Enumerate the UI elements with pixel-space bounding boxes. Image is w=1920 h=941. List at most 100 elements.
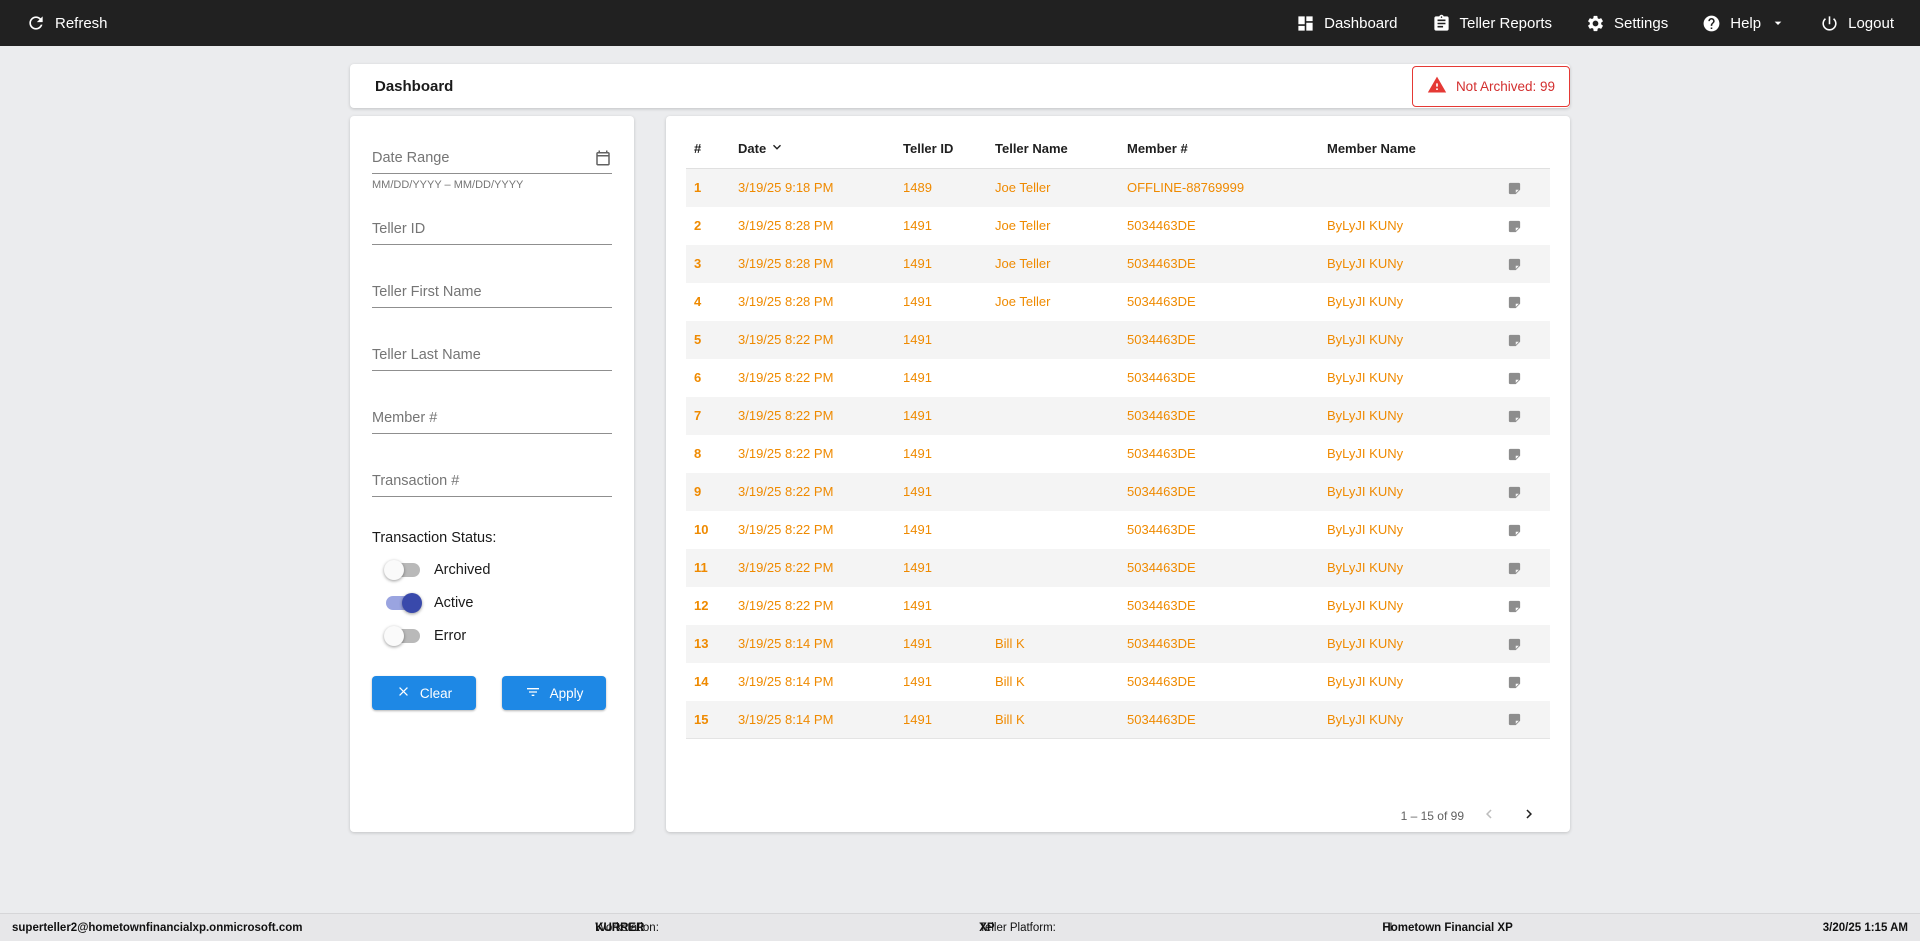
cell-num: 1 (694, 180, 702, 196)
cell-mname: ByLyJI KUNy (1327, 332, 1404, 347)
cell-num: 2 (694, 218, 702, 233)
cell-mnum: 5034463DE (1127, 522, 1196, 537)
cell-date: 3/19/25 8:28 PM (738, 218, 834, 233)
table-row[interactable]: 2 3/19/25 8:28 PM 1491 Joe Teller 5034463DE B… (686, 207, 1550, 245)
cell-tid: 1491 (903, 370, 932, 385)
status-bar: superteller2@hometownfinancialxp.onmicro… (0, 913, 1920, 941)
note-icon[interactable] (1478, 245, 1550, 283)
cell-date: 3/19/25 8:28 PM (738, 294, 834, 309)
note-icon[interactable] (1478, 663, 1550, 701)
table-row[interactable]: 11 3/19/25 8:22 PM 1491 5034463DE ByLyJI KUN… (686, 548, 1550, 587)
cell-tid: 1491 (903, 218, 932, 233)
report-icon (1432, 14, 1451, 33)
nav-teller-reports-label: Teller Reports (1459, 14, 1553, 32)
table-row[interactable]: 1 3/19/25 9:18 PM 1489 Joe Teller OFFLINE-88… (686, 168, 1550, 207)
cell-num: 8 (694, 446, 702, 461)
note-icon[interactable] (1478, 283, 1550, 321)
cell-tname (987, 359, 1119, 397)
table-row[interactable]: 14 3/19/25 8:14 PM 1491 Bill K 5034463DE ByLy… (686, 663, 1550, 701)
table-row[interactable]: 8 3/19/25 8:22 PM 1491 5034463DE ByLyJI KUNy (686, 435, 1550, 473)
prev-page-button[interactable] (1474, 799, 1504, 832)
cell-num: 15 (694, 711, 709, 727)
col-teller-id: Teller ID (895, 128, 987, 169)
transaction-number-input[interactable] (372, 467, 612, 497)
table-row[interactable]: 13 3/19/25 8:14 PM 1491 Bill K 5034463DE ByLy… (686, 624, 1550, 663)
nav-teller-reports[interactable]: Teller Reports (1432, 14, 1553, 33)
page-header: Dashboard Not Archived: 99 (350, 64, 1570, 108)
cell-tid: 1489 (903, 180, 932, 196)
note-icon[interactable] (1478, 549, 1550, 587)
page: Dashboard Not Archived: 99 MM/DD/YYYY – … (0, 46, 1920, 913)
cell-num: 7 (694, 408, 702, 423)
teller-id-input[interactable] (372, 215, 612, 245)
clear-button[interactable]: Clear (372, 676, 476, 710)
cell-num: 14 (694, 674, 709, 689)
toggle-row-archived: Archived (372, 560, 612, 580)
table-row[interactable]: 7 3/19/25 8:22 PM 1491 5034463DE ByLyJI KUNy (686, 396, 1550, 435)
cell-tname: Joe Teller (995, 218, 1051, 233)
dashboard-icon (1296, 14, 1315, 33)
archived-toggle[interactable] (384, 560, 420, 580)
filter-inputs (372, 215, 612, 497)
table-row[interactable]: 3 3/19/25 8:28 PM 1491 Joe Teller 5034463DE B… (686, 244, 1550, 283)
refresh-button[interactable]: Refresh (26, 13, 108, 33)
table-body: 1 3/19/25 9:18 PM 1489 Joe Teller OFFLINE-88… (686, 168, 1550, 739)
note-icon[interactable] (1478, 701, 1550, 739)
transactions-table: # Date Teller ID Teller Name Member # Me… (686, 128, 1550, 739)
member-number-input[interactable] (372, 404, 612, 434)
cell-tid: 1491 (903, 674, 932, 689)
table-row[interactable]: 10 3/19/25 8:22 PM 1491 5034463DE ByLyJI KUN… (686, 511, 1550, 549)
cell-tid: 1491 (903, 446, 932, 461)
table-row[interactable]: 4 3/19/25 8:28 PM 1491 Joe Teller 5034463DE B… (686, 283, 1550, 321)
cell-num: 6 (694, 370, 702, 385)
col-date[interactable]: Date (730, 128, 895, 169)
cell-num: 12 (694, 598, 709, 613)
table-row[interactable]: 5 3/19/25 8:22 PM 1491 5034463DE ByLyJI KUNy (686, 320, 1550, 359)
table-row[interactable]: 15 3/19/25 8:14 PM 1491 Bill K 5034463DE ByLy… (686, 700, 1550, 739)
next-page-button[interactable] (1514, 799, 1544, 832)
note-icon[interactable] (1478, 625, 1550, 663)
teller-first-name-input[interactable] (372, 278, 612, 308)
chevron-down-icon (1770, 15, 1786, 31)
cell-mname: ByLyJI KUNy (1327, 636, 1404, 651)
cell-num: 10 (694, 522, 709, 537)
note-icon[interactable] (1478, 397, 1550, 435)
cell-mnum: 5034463DE (1127, 218, 1196, 233)
table-row[interactable]: 12 3/19/25 8:22 PM 1491 5034463DE ByLyJI KUN… (686, 587, 1550, 625)
chevron-left-icon (1480, 805, 1498, 826)
note-icon[interactable] (1478, 587, 1550, 625)
warning-icon (1427, 75, 1447, 98)
table-row[interactable]: 9 3/19/25 8:22 PM 1491 5034463DE ByLyJI KUNy (686, 472, 1550, 511)
cell-tid: 1491 (903, 560, 932, 575)
note-icon[interactable] (1478, 435, 1550, 473)
nav-dashboard[interactable]: Dashboard (1296, 14, 1398, 33)
note-icon[interactable] (1478, 511, 1550, 549)
nav-help[interactable]: Help (1702, 14, 1786, 33)
nav-logout[interactable]: Logout (1820, 14, 1894, 33)
date-range-input[interactable] (372, 144, 612, 174)
archived-toggle-label: Archived (434, 562, 491, 578)
note-icon[interactable] (1478, 169, 1550, 207)
calendar-icon[interactable] (594, 149, 612, 172)
cell-tname: Joe Teller (995, 294, 1051, 309)
note-icon[interactable] (1478, 207, 1550, 245)
nav-settings[interactable]: Settings (1586, 14, 1668, 33)
active-toggle[interactable] (386, 593, 422, 613)
note-icon[interactable] (1478, 321, 1550, 359)
financial-institution-status: FI: Hometown Financial XP (1382, 921, 1513, 934)
pagination-range: 1 – 15 of 99 (1400, 808, 1464, 823)
teller-last-name-input[interactable] (372, 341, 612, 371)
nav-logout-label: Logout (1848, 14, 1894, 32)
not-archived-badge[interactable]: Not Archived: 99 (1411, 65, 1570, 107)
cell-tid: 1491 (903, 522, 932, 537)
col-member-name: Member Name (1319, 128, 1478, 169)
note-icon[interactable] (1478, 473, 1550, 511)
cell-num: 13 (694, 636, 709, 651)
error-toggle[interactable] (384, 626, 420, 646)
cell-mname: ByLyJI KUNy (1327, 294, 1404, 309)
cell-date: 3/19/25 8:28 PM (738, 256, 834, 271)
table-row[interactable]: 6 3/19/25 8:22 PM 1491 5034463DE ByLyJI KUNy (686, 359, 1550, 397)
apply-button[interactable]: Apply (502, 676, 606, 710)
note-icon[interactable] (1478, 359, 1550, 397)
cell-num: 3 (694, 256, 702, 271)
